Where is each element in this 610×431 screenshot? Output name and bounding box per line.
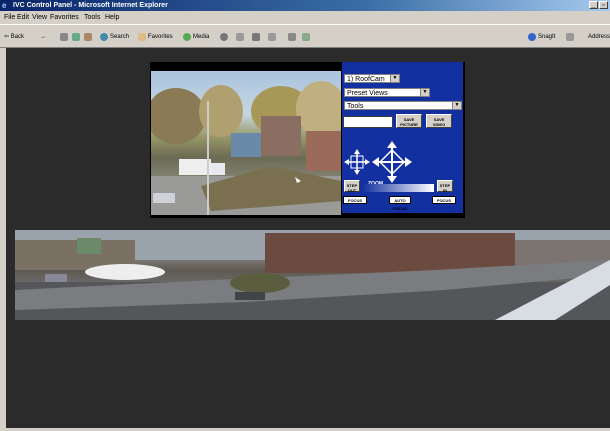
large-arrows-icon [372, 141, 412, 183]
auto-focus-button[interactable]: AUTO FOCUS [389, 196, 411, 211]
preset-views-value: Preset Views [347, 90, 388, 97]
panorama-view[interactable] [15, 230, 610, 320]
search-icon[interactable] [100, 33, 108, 41]
camera-live-view[interactable] [151, 71, 341, 215]
window-title: IVC Control Panel - Microsoft Internet E… [13, 2, 168, 9]
minimize-button[interactable]: _ [589, 1, 598, 9]
pan-tilt-control[interactable] [342, 140, 412, 184]
tools-select[interactable]: Tools ▼ [344, 101, 462, 110]
address-label: Address [588, 34, 610, 40]
search-button[interactable]: Search [110, 25, 129, 49]
tools-value: Tools [347, 103, 364, 110]
maximize-button[interactable]: ▫ [599, 1, 608, 9]
chevron-down-icon: ▼ [420, 89, 429, 96]
camera-scene [151, 81, 341, 215]
menu-view[interactable]: View [32, 11, 47, 24]
forward-button[interactable]: → [40, 25, 46, 49]
camera-select-value: 1) RoofCam [347, 76, 385, 83]
focus-far-button[interactable]: FOCUS [432, 196, 456, 204]
snagit-icon[interactable] [528, 33, 536, 41]
toolbar: ⇦ Back → Search Favorites Media SnagIt A… [0, 24, 610, 48]
media-icon[interactable] [183, 33, 191, 41]
snagit-window-icon[interactable] [566, 33, 574, 41]
mail-icon[interactable] [236, 33, 244, 41]
save-picture-button[interactable]: SAVE PICTURE [396, 114, 422, 128]
messenger-icon[interactable] [302, 33, 310, 41]
stop-icon[interactable] [60, 33, 68, 41]
step-out-button[interactable]: STEP OUT [344, 180, 360, 193]
snagit-button[interactable]: SnagIt [538, 25, 555, 49]
ie-icon: e [2, 1, 7, 10]
panorama-scene [15, 230, 610, 320]
menu-file[interactable]: File [4, 11, 15, 24]
edit-icon[interactable] [268, 33, 276, 41]
discuss-icon[interactable] [288, 33, 296, 41]
camera-select[interactable]: 1) RoofCam ▼ [344, 74, 400, 83]
preset-views-select[interactable]: Preset Views ▼ [344, 88, 430, 97]
title-bar: e IVC Control Panel - Microsoft Internet… [0, 0, 610, 11]
favorites-button[interactable]: Favorites [148, 25, 173, 49]
media-button[interactable]: Media [193, 25, 209, 49]
refresh-icon[interactable] [72, 33, 80, 41]
menu-favorites[interactable]: Favorites [50, 11, 79, 24]
back-button[interactable]: ⇦ Back [4, 25, 24, 49]
save-name-input[interactable] [343, 116, 393, 128]
favorites-icon[interactable] [138, 33, 146, 41]
menu-edit[interactable]: Edit [17, 11, 29, 24]
menu-tools[interactable]: Tools [84, 11, 100, 24]
print-icon[interactable] [252, 33, 260, 41]
chevron-down-icon: ▼ [452, 102, 461, 109]
menu-bar: File Edit View Favorites Tools Help [0, 11, 610, 24]
zoom-slider[interactable] [362, 184, 434, 192]
history-icon[interactable] [220, 33, 228, 41]
step-in-button[interactable]: STEP IN [437, 180, 453, 193]
menu-help[interactable]: Help [105, 11, 119, 24]
home-icon[interactable] [84, 33, 92, 41]
focus-near-button[interactable]: FOCUS [343, 196, 367, 204]
small-arrows-icon [344, 149, 370, 175]
save-video-button[interactable]: SAVE VIDEO [426, 114, 452, 128]
chevron-down-icon: ▼ [390, 75, 399, 82]
